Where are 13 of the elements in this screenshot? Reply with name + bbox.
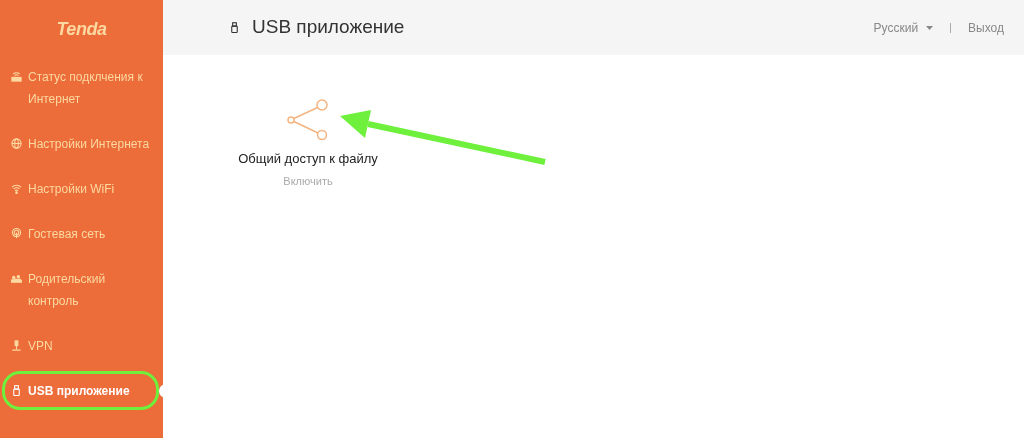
nav-item[interactable]: Родительский контроль	[28, 268, 157, 312]
language-dropdown[interactable]: Русский	[873, 18, 934, 37]
nav-item[interactable]: Настройки WiFi	[28, 178, 115, 200]
nav-item[interactable]: Гостевая сеть	[28, 223, 106, 245]
enable-link[interactable]: Включить	[283, 172, 333, 189]
nav-item[interactable]: Настройки Интернета	[28, 133, 150, 155]
page-title: USB приложение	[252, 15, 405, 40]
app-name: Общий доступ к файлу	[238, 150, 378, 168]
nav-item[interactable]: USB приложение	[28, 380, 130, 402]
logo: Tenda	[56, 18, 107, 40]
logout-link[interactable]: Выход	[968, 18, 1004, 37]
nav-item[interactable]: VPN	[28, 335, 53, 357]
nav-item[interactable]: Статус подклчения к Интернет	[28, 66, 157, 110]
